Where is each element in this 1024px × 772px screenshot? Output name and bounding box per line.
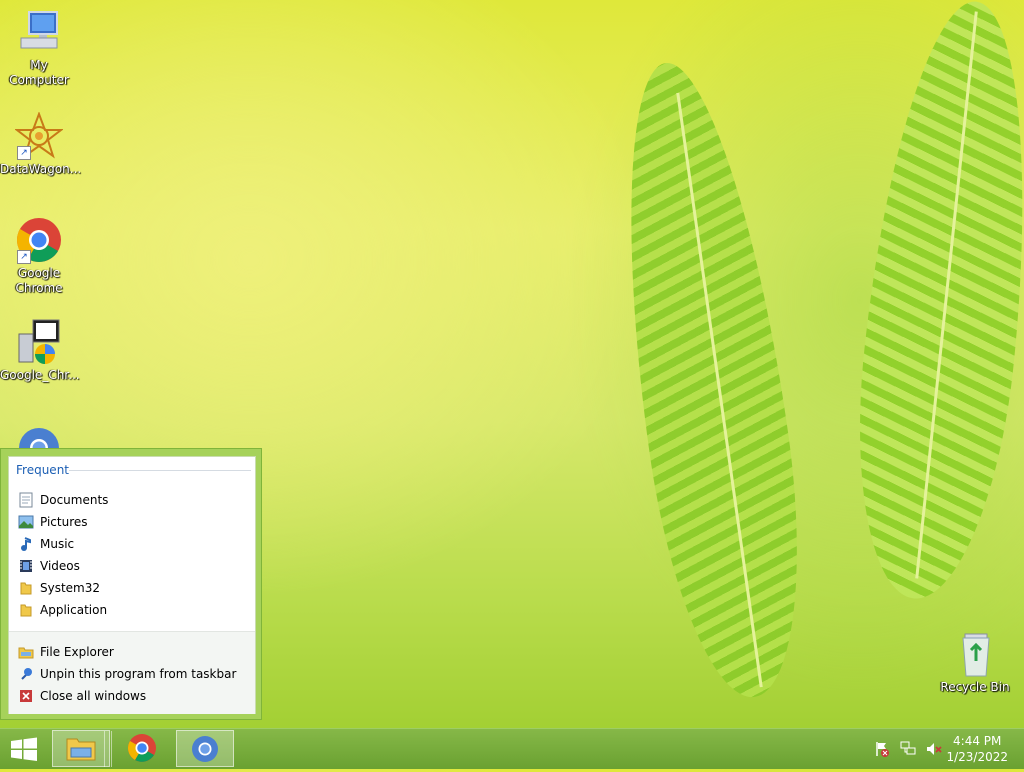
taskbar: 4:44 PM 1/23/2022 (0, 728, 1024, 769)
videos-icon (18, 558, 34, 574)
taskbar-clock[interactable]: 4:44 PM 1/23/2022 (946, 733, 1008, 765)
datawagon-icon: ↗ (14, 111, 64, 160)
folder-icon (18, 580, 34, 596)
jump-list-item-videos[interactable]: Videos (12, 556, 252, 576)
chromium-icon (192, 736, 218, 762)
wallpaper-leaf (839, 0, 1024, 607)
jump-list-task-label: Close all windows (40, 689, 147, 703)
jump-list-panel: Frequent Documents Pictures Music Videos (8, 456, 256, 714)
unpin-icon (18, 666, 34, 682)
jump-list-task-label: Unpin this program from taskbar (40, 667, 237, 681)
action-center-flag-icon[interactable] (872, 739, 892, 759)
jump-list-item-label: Application (40, 603, 108, 617)
taskbar-button-chrome[interactable] (114, 730, 172, 767)
start-button[interactable] (0, 729, 48, 769)
chrome-icon (128, 734, 156, 762)
desktop-icon-label: My Computer (9, 58, 69, 87)
jump-list-item-system32[interactable]: System32 (12, 578, 252, 598)
computer-icon (15, 8, 63, 56)
jump-list-item-application[interactable]: Application (12, 600, 252, 620)
pictures-icon (18, 514, 34, 530)
jump-list-item-label: Documents (40, 493, 109, 507)
taskbar-button-chromium[interactable] (176, 730, 234, 767)
desktop-icon-datawagon[interactable]: ↗ DataWagon... (0, 111, 82, 177)
jump-list-section-title: Frequent (16, 463, 69, 477)
desktop-icon-label: Recycle Bin (940, 680, 1010, 694)
section-divider (69, 470, 251, 471)
desktop-icon-google-chrome[interactable]: ↗ Google Chrome (0, 216, 78, 296)
music-icon (18, 536, 34, 552)
desktop-icon-label: DataWagon... (0, 162, 82, 176)
document-icon (18, 492, 34, 508)
desktop-icon-google-chrome-installer[interactable]: Google_Chr... (0, 318, 80, 383)
wallpaper-leaf (596, 53, 824, 707)
jump-list-task-unpin[interactable]: Unpin this program from taskbar (12, 664, 252, 684)
shortcut-arrow-icon: ↗ (17, 250, 31, 264)
folder-icon (18, 602, 34, 618)
jump-list-item-label: System32 (40, 581, 101, 595)
desktop-icon-label: Google Chrome (15, 266, 63, 295)
jump-list-item-music[interactable]: Music (12, 534, 252, 554)
volume-muted-icon[interactable] (924, 739, 944, 759)
jump-list-item-label: Pictures (40, 515, 88, 529)
taskbar-stack-edge (104, 731, 112, 767)
jump-list-item-pictures[interactable]: Pictures (12, 512, 252, 532)
jump-list-item-documents[interactable]: Documents (12, 490, 252, 510)
jump-list-item-label: Music (40, 537, 75, 551)
taskbar-button-file-explorer[interactable] (52, 730, 110, 767)
chrome-icon: ↗ (15, 216, 63, 264)
taskbar-jump-list: Frequent Documents Pictures Music Videos (0, 448, 262, 720)
jump-list-task-close-all[interactable]: Close all windows (12, 686, 252, 706)
file-explorer-icon (66, 738, 96, 761)
desktop-icon-recycle-bin[interactable]: Recycle Bin (936, 630, 1014, 695)
network-icon[interactable] (898, 739, 918, 759)
installer-icon (15, 318, 63, 366)
clock-time: 4:44 PM (953, 734, 1002, 748)
jump-list-tasks: File Explorer Unpin this program from ta… (9, 631, 255, 714)
clock-date: 1/23/2022 (946, 750, 1008, 764)
jump-list-task-file-explorer[interactable]: File Explorer (12, 642, 252, 662)
close-icon (18, 688, 34, 704)
recycle-bin-icon (951, 630, 999, 678)
jump-list-item-label: Videos (40, 559, 80, 573)
windows-logo-icon (11, 737, 37, 761)
jump-list-task-label: File Explorer (40, 645, 114, 659)
desktop-icon-label: Google_Chr... (0, 368, 80, 382)
desktop-icon-my-computer[interactable]: My Computer (0, 8, 78, 88)
shortcut-arrow-icon: ↗ (17, 146, 31, 160)
system-tray (872, 729, 944, 769)
file-explorer-icon (18, 644, 34, 660)
